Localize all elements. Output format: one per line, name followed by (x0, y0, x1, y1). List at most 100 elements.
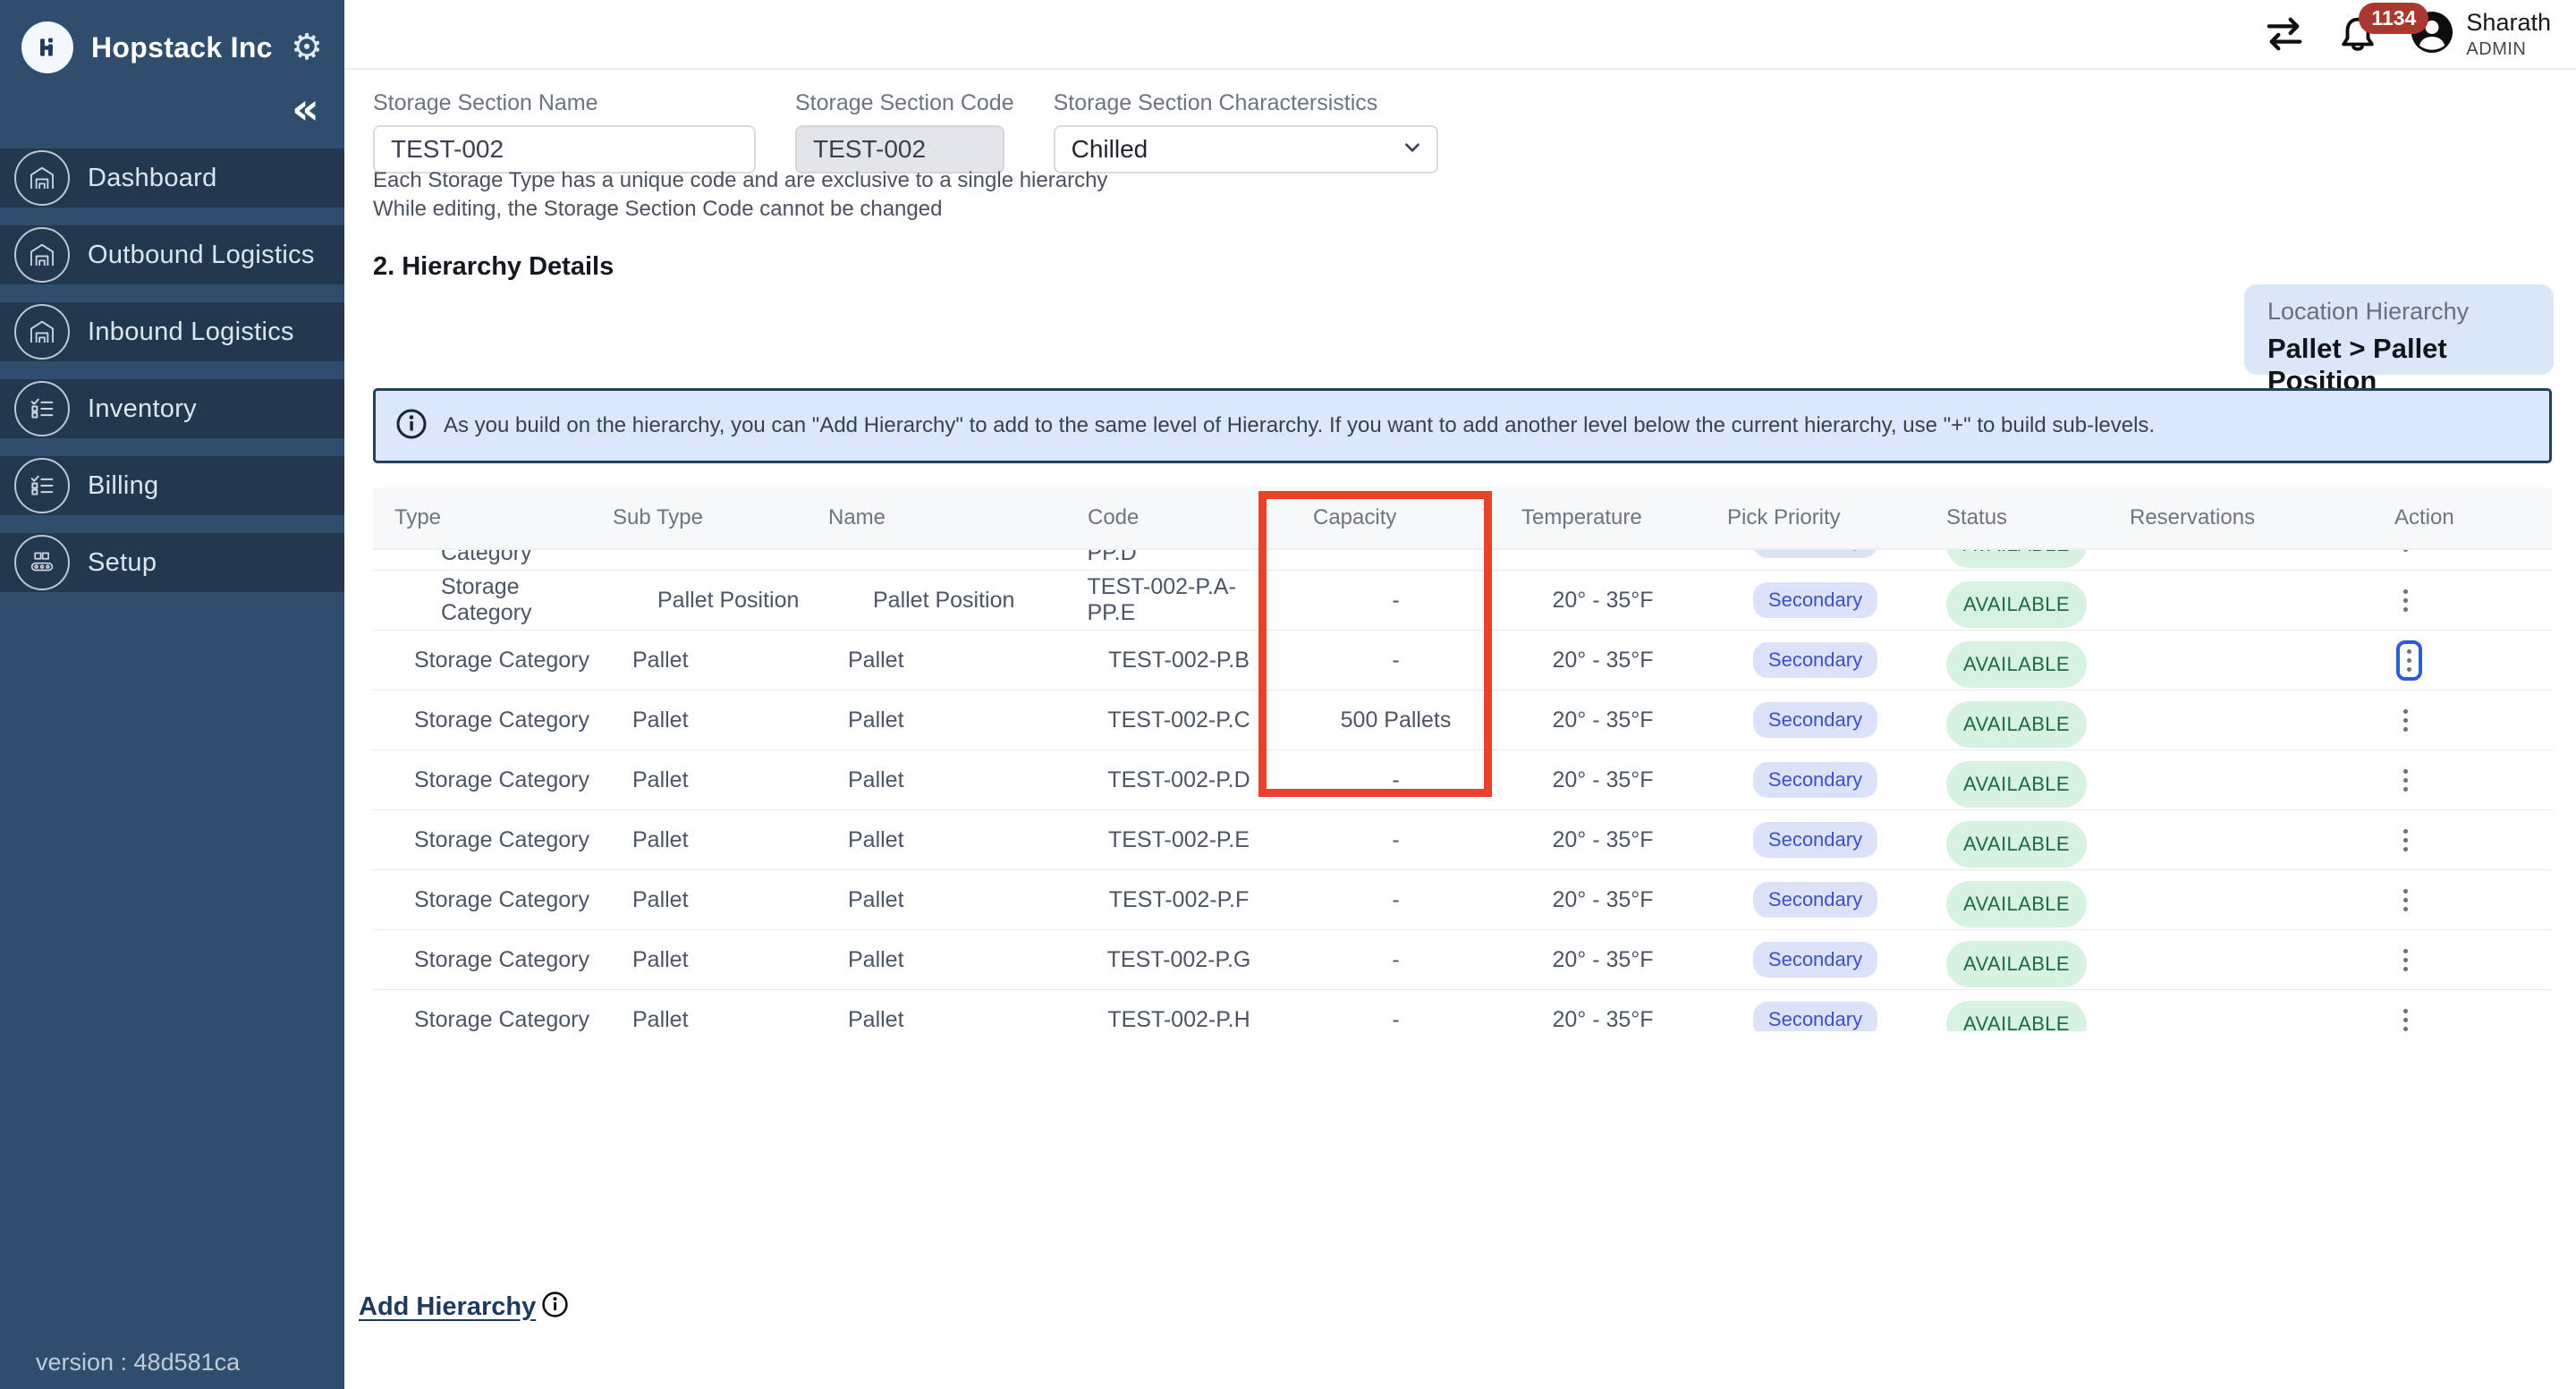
table-row: Storage Category Pallet Pallet TEST-002-… (373, 930, 2552, 990)
column-header-status: Status (1925, 505, 2108, 530)
row-actions-kebab-icon[interactable] (2396, 942, 2415, 978)
pick-priority-badge: Secondary (1753, 822, 1877, 858)
pick-priority-badge: Secondary (1753, 582, 1877, 618)
cell-capacity: - (1292, 947, 1500, 973)
conveyor-icon (14, 535, 70, 590)
cell-sub-type: Pallet (591, 1007, 807, 1032)
cell-name: Pallet (807, 1007, 1066, 1032)
selected-characteristic: Chilled (1072, 135, 1148, 164)
cell-pick-priority: Secondary (1706, 1002, 1925, 1031)
cell-capacity: - (1292, 648, 1500, 673)
column-header-pick-priority: Pick Priority (1706, 505, 1925, 530)
cell-sub-type: Pallet Position (591, 550, 807, 554)
sidebar-collapse-icon[interactable]: « (292, 88, 319, 131)
table-scroll-area[interactable]: Storage Category Pallet Position Pallet … (373, 550, 2552, 1031)
row-actions-kebab-icon[interactable] (2396, 822, 2415, 859)
pick-priority-badge: Secondary (1753, 762, 1877, 798)
status-badge: AVAILABLE (1946, 881, 2087, 927)
warehouse-icon (14, 304, 70, 360)
pick-priority-badge: Secondary (1753, 702, 1877, 738)
info-icon (395, 408, 428, 445)
cell-name: Pallet (807, 707, 1066, 733)
cell-capacity: - (1292, 887, 1500, 913)
row-actions-kebab-icon[interactable] (2396, 582, 2415, 619)
cell-pick-priority: Secondary (1706, 642, 1925, 678)
status-badge: AVAILABLE (1946, 581, 2087, 628)
cell-temperature: 20° - 35°F (1500, 707, 1706, 733)
cell-type: Storage Category (373, 947, 591, 973)
pick-priority-badge: Secondary (1753, 1002, 1877, 1031)
table-row: Storage Category Pallet Pallet TEST-002-… (373, 810, 2552, 870)
sidebar-item-outbound-logistics[interactable]: Outbound Logistics (0, 225, 344, 284)
column-header-temperature: Temperature (1500, 505, 1706, 530)
notification-count-badge: 1134 (2359, 3, 2428, 34)
cell-temperature: 20° - 35°F (1500, 947, 1706, 973)
user-menu[interactable]: Sharath ADMIN (2411, 9, 2551, 60)
warehouse-icon (14, 227, 70, 283)
cell-type: Storage Category (373, 827, 591, 853)
add-hierarchy-info-icon[interactable] (541, 1291, 569, 1323)
cell-name: Pallet Position (807, 588, 1066, 614)
status-badge: AVAILABLE (1946, 761, 2087, 808)
cell-status: AVAILABLE (1925, 757, 2108, 803)
row-actions-kebab-icon[interactable] (2396, 1002, 2415, 1032)
cell-capacity: 500 Pallets (1292, 707, 1500, 733)
cell-sub-type: Pallet (591, 947, 807, 973)
sidebar-item-dashboard[interactable]: Dashboard (0, 148, 344, 208)
cell-code: TEST-002-P.H (1066, 1007, 1292, 1032)
info-banner: As you build on the hierarchy, you can "… (373, 388, 2552, 463)
pick-priority-badge: Secondary (1753, 942, 1877, 978)
cell-action (2373, 702, 2552, 739)
cell-capacity: - (1292, 827, 1500, 853)
sidebar-item-label: Inventory (88, 394, 197, 424)
cell-status: AVAILABLE (1925, 817, 2108, 863)
location-hierarchy-label: Location Hierarchy (2267, 298, 2530, 326)
topbar: 1134 Sharath ADMIN (344, 0, 2576, 70)
column-header-code: Code (1066, 505, 1292, 530)
row-actions-kebab-icon[interactable] (2396, 550, 2415, 559)
cell-pick-priority: Secondary (1706, 702, 1925, 738)
sidebar-item-billing[interactable]: Billing (0, 456, 344, 515)
status-badge: AVAILABLE (1946, 550, 2087, 568)
cell-temperature: 20° - 35°F (1500, 1007, 1706, 1032)
warehouse-icon (14, 150, 70, 206)
cell-temperature: 20° - 35°F (1500, 588, 1706, 614)
transfer-arrows-icon[interactable] (2264, 15, 2305, 53)
row-actions-kebab-icon[interactable] (2396, 882, 2415, 919)
cell-status: AVAILABLE (1925, 697, 2108, 743)
status-badge: AVAILABLE (1946, 821, 2087, 868)
sidebar-item-label: Outbound Logistics (88, 241, 315, 270)
row-actions-kebab-icon[interactable] (2396, 640, 2422, 681)
cell-type: Storage Category (373, 707, 591, 733)
table-row: Storage Category Pallet Pallet TEST-002-… (373, 690, 2552, 750)
cell-action (2373, 762, 2552, 799)
cell-status: AVAILABLE (1925, 877, 2108, 923)
sidebar-item-label: Setup (88, 548, 157, 578)
column-header-type: Type (373, 505, 591, 530)
cell-action (2373, 640, 2552, 681)
row-actions-kebab-icon[interactable] (2396, 762, 2415, 799)
checklist-icon (14, 458, 70, 513)
sidebar-item-inventory[interactable]: Inventory (0, 379, 344, 438)
help-text-unique-code: Each Storage Type has a unique code and … (373, 168, 1107, 193)
add-hierarchy-link[interactable]: Add Hierarchy (359, 1292, 536, 1322)
cell-sub-type: Pallet (591, 648, 807, 673)
sidebar-item-inbound-logistics[interactable]: Inbound Logistics (0, 302, 344, 361)
gear-icon[interactable]: ⚙ (291, 30, 323, 65)
status-badge: AVAILABLE (1946, 701, 2087, 748)
cell-sub-type: Pallet (591, 707, 807, 733)
storage-section-characteristics-select[interactable]: Chilled (1054, 125, 1438, 174)
row-actions-kebab-icon[interactable] (2396, 702, 2415, 739)
storage-section-characteristics-label: Storage Section Charactersistics (1054, 90, 1438, 116)
sidebar-item-setup[interactable]: Setup (0, 533, 344, 592)
cell-pick-priority: Secondary (1706, 822, 1925, 858)
sidebar-item-label: Dashboard (88, 164, 217, 193)
storage-section-code-label: Storage Section Code (795, 90, 1014, 116)
sidebar-item-label: Inbound Logistics (88, 318, 294, 347)
cell-type: Storage Category (373, 550, 548, 566)
cell-action (2373, 882, 2552, 919)
table-row: Storage Category Pallet Position Pallet … (373, 571, 2552, 631)
user-role: ADMIN (2466, 39, 2551, 60)
cell-sub-type: Pallet (591, 887, 807, 913)
storage-section-name-input[interactable] (373, 125, 756, 174)
